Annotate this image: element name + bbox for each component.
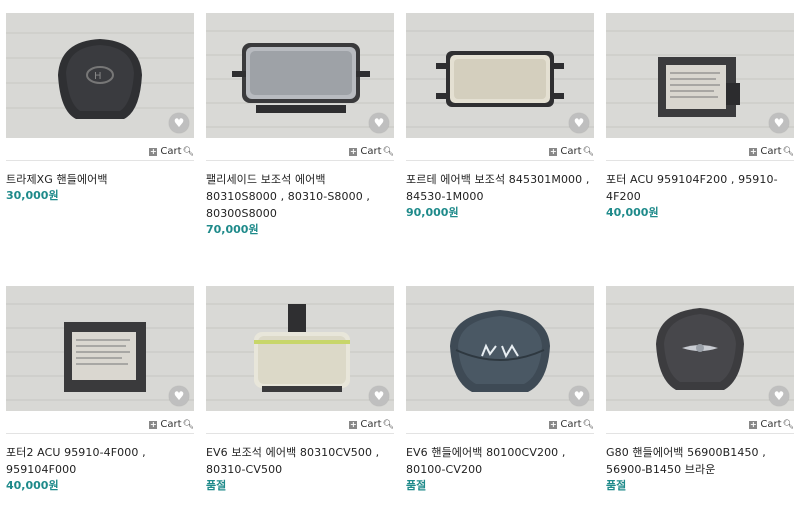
add-to-cart-button[interactable]: + Cart 🔍︎ [406, 416, 594, 433]
cart-label: Cart [160, 419, 182, 430]
wishlist-heart-icon[interactable]: ♥ [769, 113, 789, 133]
product-title[interactable]: 팰리세이드 보조석 에어백 80310S8000 , 80310-S8000 ,… [206, 171, 394, 222]
plus-icon: + [349, 146, 358, 156]
product-card: ♥ + Cart 🔍︎ EV6 보조석 에어백 80310CV500 , 803… [206, 286, 394, 493]
product-price: 40,000원 [6, 479, 59, 492]
add-to-cart-button[interactable]: + Cart 🔍︎ [606, 143, 794, 160]
cart-label: Cart [560, 146, 582, 157]
add-to-cart-button[interactable]: + Cart 🔍︎ [206, 416, 394, 433]
product-price: 30,000원 [6, 189, 59, 202]
product-price: 품절 [206, 479, 227, 492]
product-image[interactable]: ♥ [406, 13, 594, 138]
svg-text:H: H [94, 71, 102, 82]
magnifier-icon[interactable]: 🔍︎ [783, 420, 794, 430]
magnifier-icon[interactable]: 🔍︎ [783, 147, 794, 157]
product-image[interactable]: ♥ [206, 13, 394, 138]
wishlist-heart-icon[interactable]: ♥ [369, 113, 389, 133]
wishlist-heart-icon[interactable]: ♥ [369, 386, 389, 406]
add-to-cart-button[interactable]: + Cart 🔍︎ [606, 416, 794, 433]
acu-module-image [6, 286, 194, 411]
plus-icon: + [549, 146, 558, 156]
magnifier-icon[interactable]: 🔍︎ [383, 420, 394, 430]
product-title[interactable]: EV6 보조석 에어백 80310CV500 , 80310-CV500 [206, 444, 394, 478]
add-to-cart-button[interactable]: + Cart 🔍︎ [6, 143, 194, 160]
product-card: ♥ + Cart 🔍︎ EV6 핸들에어백 80100CV200 , 80100… [406, 286, 594, 493]
product-title[interactable]: 포터2 ACU 95910-4F000 , 959104F000 [6, 444, 194, 478]
wishlist-heart-icon[interactable]: ♥ [569, 113, 589, 133]
product-title[interactable]: EV6 핸들에어백 80100CV200 , 80100-CV200 [406, 444, 594, 478]
product-title[interactable]: G80 핸들에어백 56900B1450 , 56900-B1450 브라운 [606, 444, 794, 478]
magnifier-icon[interactable]: 🔍︎ [583, 147, 594, 157]
plus-icon: + [149, 146, 158, 156]
product-card: ♥ + Cart 🔍︎ 포터 ACU 959104F200 , 95910-4F… [606, 13, 794, 220]
wishlist-heart-icon[interactable]: ♥ [569, 386, 589, 406]
cart-label: Cart [560, 419, 582, 430]
product-image[interactable]: ♥ [606, 286, 794, 411]
magnifier-icon[interactable]: 🔍︎ [583, 420, 594, 430]
plus-icon: + [549, 419, 558, 429]
cart-label: Cart [760, 419, 782, 430]
product-image[interactable]: H ♥ [6, 13, 194, 138]
product-card: ♥ + Cart 🔍︎ 포르테 에어백 보조석 845301M000 , 845… [406, 13, 594, 220]
product-image[interactable]: ♥ [6, 286, 194, 411]
acu-module-image [606, 13, 794, 138]
steering-airbag-image [606, 286, 794, 411]
cart-label: Cart [760, 146, 782, 157]
product-image[interactable]: ♥ [206, 286, 394, 411]
product-price: 70,000원 [206, 223, 259, 236]
product-title[interactable]: 포르테 에어백 보조석 845301M000 , 84530-1M000 [406, 171, 594, 205]
plus-icon: + [749, 146, 758, 156]
plus-icon: + [749, 419, 758, 429]
product-image[interactable]: ♥ [406, 286, 594, 411]
cart-label: Cart [360, 146, 382, 157]
product-price: 품절 [406, 479, 427, 492]
product-title[interactable]: 포터 ACU 959104F200 , 95910-4F200 [606, 171, 794, 205]
steering-airbag-image [406, 286, 594, 411]
passenger-airbag-image [206, 13, 394, 138]
add-to-cart-button[interactable]: + Cart 🔍︎ [206, 143, 394, 160]
product-price: 40,000원 [606, 206, 659, 219]
cart-label: Cart [160, 146, 182, 157]
plus-icon: + [149, 419, 158, 429]
product-price: 90,000원 [406, 206, 459, 219]
add-to-cart-button[interactable]: + Cart 🔍︎ [406, 143, 594, 160]
product-price: 품절 [606, 479, 627, 492]
plus-icon: + [349, 419, 358, 429]
product-image[interactable]: ♥ [606, 13, 794, 138]
passenger-airbag-image [406, 13, 594, 138]
add-to-cart-button[interactable]: + Cart 🔍︎ [6, 416, 194, 433]
wishlist-heart-icon[interactable]: ♥ [769, 386, 789, 406]
cart-label: Cart [360, 419, 382, 430]
product-card: ♥ + Cart 🔍︎ 포터2 ACU 95910-4F000 , 959104… [6, 286, 194, 493]
wishlist-heart-icon[interactable]: ♥ [169, 113, 189, 133]
product-card: ♥ + Cart 🔍︎ G80 핸들에어백 56900B1450 , 56900… [606, 286, 794, 493]
magnifier-icon[interactable]: 🔍︎ [383, 147, 394, 157]
steering-airbag-image: H [6, 13, 194, 138]
product-card: H ♥ + Cart 🔍︎ 트라제XG 핸들에어백 30,000원 [6, 13, 194, 203]
magnifier-icon[interactable]: 🔍︎ [183, 420, 194, 430]
product-grid: H ♥ + Cart 🔍︎ 트라제XG 핸들에어백 30,000원 ♥ + Ca… [0, 0, 800, 524]
wishlist-heart-icon[interactable]: ♥ [169, 386, 189, 406]
passenger-airbag-image [206, 286, 394, 411]
product-title[interactable]: 트라제XG 핸들에어백 [6, 171, 194, 188]
magnifier-icon[interactable]: 🔍︎ [183, 147, 194, 157]
product-card: ♥ + Cart 🔍︎ 팰리세이드 보조석 에어백 80310S8000 , 8… [206, 13, 394, 237]
